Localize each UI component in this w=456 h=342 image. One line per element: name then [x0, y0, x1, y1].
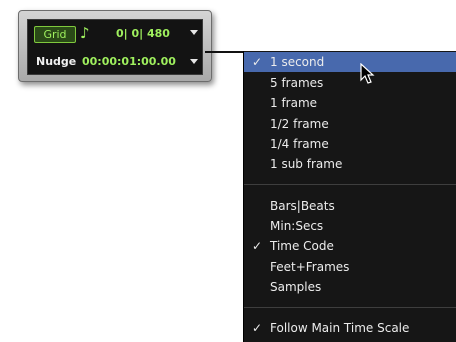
menu-item-min-secs[interactable]: Min:Secs	[244, 216, 456, 236]
nudge-dropdown-arrow-icon[interactable]	[190, 59, 198, 64]
grid-value[interactable]: 0| 0| 480	[116, 26, 170, 41]
menu-item-label: 1/4 frame	[270, 137, 329, 151]
menu-item-feet-frames[interactable]: Feet+Frames	[244, 257, 456, 277]
menu-item-half-frame[interactable]: 1/2 frame	[244, 114, 456, 134]
grid-nudge-panel: Grid ♪ 0| 0| 480 Nudge 00:00:01:00.00	[18, 10, 212, 82]
menu-item-label: Samples	[270, 280, 322, 294]
menu-item-label: Follow Main Time Scale	[270, 321, 410, 335]
checkmark-icon: ✓	[251, 55, 263, 69]
mouse-pointer-icon	[360, 63, 375, 84]
eighth-note-icon: ♪	[80, 24, 90, 42]
menu-item-1-second[interactable]: ✓ 1 second	[244, 52, 456, 72]
callout-connector-line	[205, 51, 247, 53]
nudge-popup-menu: ✓ 1 second 5 frames 1 frame 1/2 frame 1/…	[243, 51, 456, 342]
menu-separator	[244, 307, 456, 308]
checkmark-icon: ✓	[251, 321, 263, 335]
menu-item-1-frame[interactable]: 1 frame	[244, 93, 456, 113]
menu-item-label: 1 frame	[270, 96, 318, 110]
menu-item-bars-beats[interactable]: Bars|Beats	[244, 196, 456, 216]
menu-separator	[244, 184, 456, 185]
menu-item-quarter-frame[interactable]: 1/4 frame	[244, 134, 456, 154]
grid-button[interactable]: Grid	[34, 26, 76, 43]
menu-item-label: 1/2 frame	[270, 117, 329, 131]
menu-item-samples[interactable]: Samples	[244, 277, 456, 297]
menu-item-label: 1 sub frame	[270, 157, 343, 171]
menu-item-label: 5 frames	[270, 76, 324, 90]
menu-item-time-code[interactable]: ✓ Time Code	[244, 236, 456, 256]
menu-item-5-frames[interactable]: 5 frames	[244, 73, 456, 93]
menu-item-label: Feet+Frames	[270, 260, 350, 274]
menu-item-label: Bars|Beats	[270, 199, 335, 213]
menu-item-label: Min:Secs	[270, 219, 324, 233]
menu-item-label: Time Code	[270, 239, 334, 253]
nudge-value[interactable]: 00:00:01:00.00	[82, 54, 176, 69]
nudge-label: Nudge	[36, 55, 77, 68]
menu-item-follow-main-time-scale[interactable]: ✓ Follow Main Time Scale	[244, 318, 456, 338]
menu-item-1-sub-frame[interactable]: 1 sub frame	[244, 154, 456, 174]
grid-dropdown-arrow-icon[interactable]	[190, 30, 198, 35]
menu-item-label: 1 second	[270, 55, 325, 69]
counter-display: Grid ♪ 0| 0| 480 Nudge 00:00:01:00.00	[27, 19, 203, 75]
checkmark-icon: ✓	[251, 239, 263, 253]
